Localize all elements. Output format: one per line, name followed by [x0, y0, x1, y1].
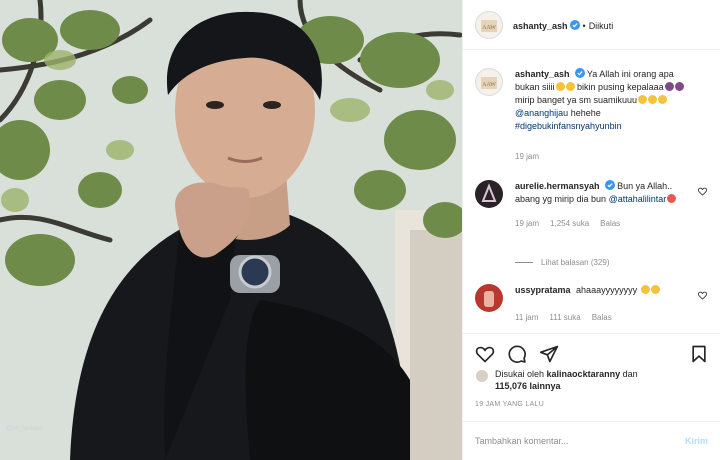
reply-button[interactable]: Balas	[592, 313, 612, 322]
emoji-icon	[638, 95, 648, 104]
comment-mention[interactable]: @attahalilintar	[609, 194, 667, 204]
likes-count[interactable]: 115,076 lainnya	[495, 381, 561, 391]
caption-text-3: mirip banget ya sm suamikuuu	[515, 95, 638, 105]
emoji-icon	[555, 82, 565, 91]
post-photo[interactable]: @hb_fanbase	[0, 0, 462, 460]
caption-text-2: bikin pusing kepalaaa	[577, 82, 664, 92]
comment-form: Kirim	[463, 421, 720, 460]
comment-time[interactable]: 11 jam	[515, 313, 538, 322]
verified-icon	[604, 180, 615, 190]
commenter-avatar[interactable]	[475, 284, 503, 312]
svg-text:AAW: AAW	[482, 25, 496, 31]
caption-text-4: hehehe	[570, 108, 601, 118]
photo-illustration	[0, 0, 462, 460]
bookmark-icon[interactable]	[689, 344, 709, 364]
comment-text: ahaaayyyyyyyy	[576, 285, 638, 295]
send-button[interactable]: Kirim	[685, 436, 708, 446]
caption-avatar[interactable]: AAW	[475, 68, 503, 96]
verified-icon	[574, 68, 585, 78]
follow-status[interactable]: Diikuti	[589, 21, 614, 31]
instagram-post: @hb_fanbase AAW ashanty_ash • Diikuti AAW …	[0, 0, 720, 460]
heart-icon[interactable]	[475, 344, 495, 364]
comment-likes[interactable]: 111 suka	[549, 313, 580, 322]
svg-text:AAW: AAW	[482, 82, 496, 88]
reply-button[interactable]: Balas	[600, 219, 620, 228]
comment-likes[interactable]: 1,254 suka	[550, 219, 589, 228]
caption-username[interactable]: ashanty_ash	[515, 69, 570, 79]
comment-icon[interactable]	[507, 344, 527, 364]
view-replies-label: Lihat balasan (329)	[541, 258, 610, 267]
liker-avatar[interactable]	[475, 369, 489, 383]
comment-input[interactable]	[475, 436, 685, 446]
liked-by-user[interactable]: kalinaocktaranny	[547, 369, 621, 379]
share-icon[interactable]	[539, 344, 559, 364]
separator-dot: •	[582, 20, 586, 31]
comment-time[interactable]: 19 jam	[515, 219, 539, 228]
emoji-icon	[565, 82, 575, 91]
replies-divider	[515, 262, 533, 263]
caption: AAW ashanty_ash Ya Allah ini orang apa b…	[475, 68, 707, 163]
liked-by-conj: dan	[622, 369, 638, 379]
author-username[interactable]: ashanty_ash	[513, 21, 568, 31]
commenter-username[interactable]: aurelie.hermansyah	[515, 181, 600, 191]
emoji-icon	[650, 285, 660, 294]
post-timestamp[interactable]: 19 JAM YANG LALU	[475, 401, 544, 408]
emoji-icon	[640, 285, 650, 294]
comment-item: aurelie.hermansyah Bun ya Allah.. abang …	[475, 180, 707, 230]
emoji-icon	[648, 95, 658, 104]
verified-icon	[569, 19, 580, 30]
photo-watermark: @hb_fanbase	[6, 426, 44, 432]
caption-hashtag[interactable]: #digebukinfansnyahyunbin	[515, 121, 622, 131]
heart-icon[interactable]	[698, 291, 707, 300]
emoji-icon	[674, 82, 684, 91]
post-header: AAW ashanty_ash • Diikuti	[463, 0, 720, 50]
comments-list[interactable]: AAW ashanty_ash Ya Allah ini orang apa b…	[463, 51, 720, 333]
commenter-username[interactable]: ussypratama	[515, 285, 571, 295]
caption-time[interactable]: 19 jam	[515, 152, 539, 161]
author-avatar[interactable]: AAW	[475, 10, 503, 39]
post-side-panel: AAW ashanty_ash • Diikuti AAW ashanty_ash …	[462, 0, 720, 460]
emoji-icon	[664, 82, 674, 91]
emoji-icon	[667, 194, 677, 203]
emoji-icon	[658, 95, 668, 104]
heart-icon[interactable]	[698, 187, 707, 196]
view-replies-button[interactable]: Lihat balasan (329)	[515, 258, 610, 267]
comment-item: ussypratama ahaaayyyyyyyy 11 jam 111 suka…	[475, 284, 707, 324]
commenter-avatar[interactable]	[475, 180, 503, 208]
caption-mention[interactable]: @ananghijau	[515, 108, 568, 118]
liked-by-prefix: Disukai oleh	[495, 369, 545, 379]
liked-by: Disukai oleh kalinaocktaranny dan 115,07…	[475, 368, 695, 392]
